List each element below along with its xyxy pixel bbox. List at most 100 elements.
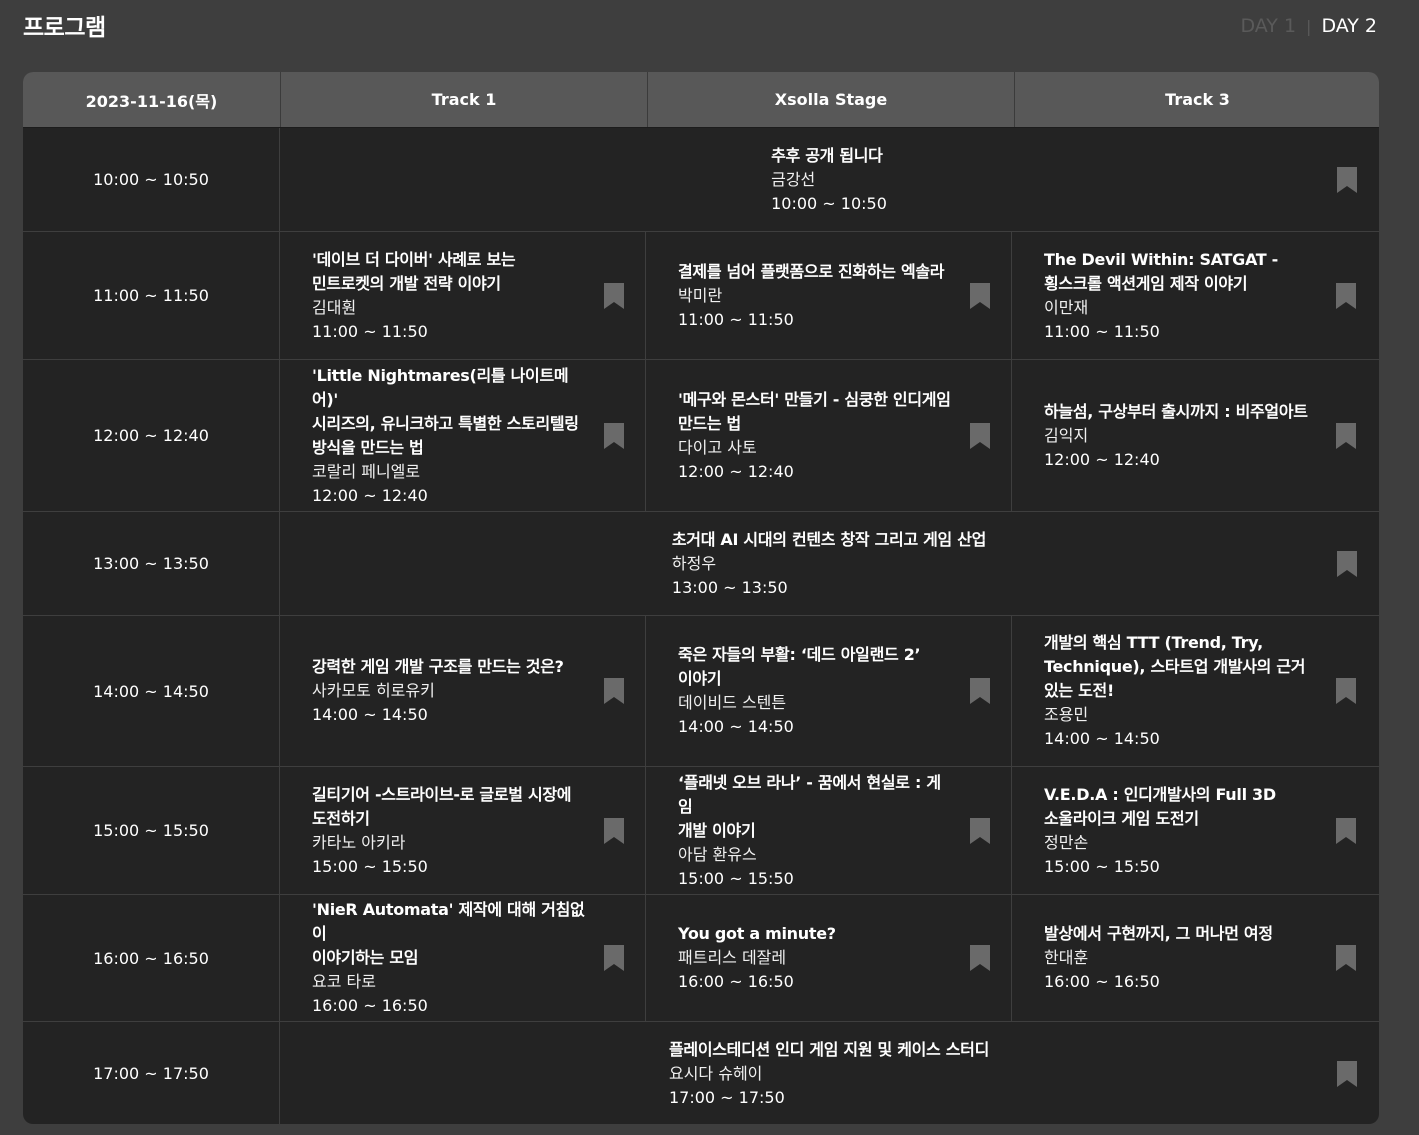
session-title: 발상에서 구현까지, 그 머나먼 여정 (1044, 924, 1273, 943)
schedule-table: 2023-11-16(목) Track 1 Xsolla Stage Track… (23, 72, 1379, 1124)
time-slot: 13:00 ~ 13:50 (23, 512, 280, 615)
header-track-1: Track 1 (281, 72, 648, 127)
session-time: 10:00 ~ 10:50 (771, 193, 887, 213)
session-title: '메구와 몬스터' 만들기 - 심쿵한 인디게임 만드는 법 (678, 389, 951, 433)
schedule-row: 11:00 ~ 11:50 '데이브 더 다이버' 사례로 보는 민트로켓의 개발… (23, 232, 1379, 360)
session-speaker: 코랄리 페니엘로 (312, 461, 421, 481)
session-title: ‘플래넷 오브 라나’ - 꿈에서 현실로 : 게임 개발 이야기 (678, 772, 941, 840)
session-xsolla-stage[interactable]: 죽은 자들의 부활: ‘데드 아일랜드 2’ 이야기 데이비드 스텐튼 14:00 … (646, 616, 1012, 766)
session-time: 12:00 ~ 12:40 (312, 485, 428, 505)
session-body: '메구와 몬스터' 만들기 - 심쿵한 인디게임 만드는 법다이고 사토 12:0… (678, 388, 951, 484)
bookmark-icon[interactable] (603, 817, 625, 845)
bookmark-icon[interactable] (1335, 282, 1357, 310)
session-body: 강력한 게임 개발 구조를 만드는 것은? 사카모토 히로유키 14:00 ~ 14… (312, 655, 564, 727)
bookmark-icon[interactable] (969, 422, 991, 450)
session-speaker: 하정우 (671, 553, 717, 573)
session-body: V.E.D.A : 인디개발사의 Full 3D 소울라이크 게임 도전기 정만손… (1044, 783, 1276, 879)
session-xsolla-stage[interactable]: 결제를 넘어 플랫폼으로 진화하는 엑솔라 박미란 11:00 ~ 11:50 (646, 232, 1012, 359)
session-all-tracks[interactable]: 플레이스테디션 인디 게임 지원 및 케이스 스터디 요시다 슈헤이 17:00 ~… (280, 1022, 1378, 1124)
session-body: 플레이스테디션 인디 게임 지원 및 케이스 스터디 요시다 슈헤이 17:00 ~… (669, 1038, 989, 1110)
bookmark-icon[interactable] (969, 944, 991, 972)
session-speaker: 아담 환유스 (678, 844, 757, 864)
session-track-1[interactable]: '데이브 더 다이버' 사례로 보는 민트로켓의 개발 전략 이야기김대훤 11:… (280, 232, 646, 359)
session-track-3[interactable]: 하늘섬, 구상부터 출시까지 : 비주얼아트 김익지 12:00 ~ 12:40 (1012, 360, 1377, 511)
session-speaker: 카타노 아키라 (312, 832, 406, 852)
schedule-header: 2023-11-16(목) Track 1 Xsolla Stage Track… (23, 72, 1379, 128)
session-speaker: 정만손 (1044, 832, 1089, 852)
bookmark-icon[interactable] (603, 422, 625, 450)
session-track-3[interactable]: V.E.D.A : 인디개발사의 Full 3D 소울라이크 게임 도전기 정만손… (1012, 767, 1377, 894)
session-track-1[interactable]: 'Little Nightmares(리틀 나이트메어)' 시리즈의, 유니크하… (280, 360, 646, 511)
session-title: 추후 공개 됩니다 (771, 145, 883, 165)
schedule-row: 17:00 ~ 17:50 플레이스테디션 인디 게임 지원 및 케이스 스터디 요… (23, 1022, 1379, 1124)
time-slot: 14:00 ~ 14:50 (23, 616, 280, 766)
time-slot: 11:00 ~ 11:50 (23, 232, 280, 359)
session-title: 'Little Nightmares(리틀 나이트메어)' 시리즈의, 유니크하… (312, 365, 579, 457)
session-time: 12:00 ~ 12:40 (1044, 449, 1160, 469)
day-separator: | (1306, 16, 1312, 36)
session-speaker: 다이고 사토 (678, 437, 757, 457)
bookmark-icon[interactable] (603, 282, 625, 310)
session-xsolla-stage[interactable]: ‘플래넷 오브 라나’ - 꿈에서 현실로 : 게임 개발 이야기 아담 환유스 1… (646, 767, 1012, 894)
session-track-1[interactable]: 'NieR Automata' 제작에 대해 거침없이 이야기하는 모임요코 타… (280, 895, 646, 1021)
bookmark-icon[interactable] (1335, 422, 1357, 450)
bookmark-icon[interactable] (1335, 944, 1357, 972)
bookmark-icon[interactable] (1336, 1060, 1358, 1088)
session-body: 추후 공개 됩니다 금강선 10:00 ~ 10:50 (771, 144, 887, 216)
session-title: 플레이스테디션 인디 게임 지원 및 케이스 스터디 (668, 1039, 990, 1059)
session-xsolla-stage[interactable]: You got a minute? 패트리스 데잘레 16:00 ~ 16:50 (646, 895, 1012, 1021)
session-time: 16:00 ~ 16:50 (678, 972, 794, 991)
tab-day-1[interactable]: DAY 1 (1240, 15, 1296, 37)
session-time: 16:00 ~ 16:50 (1044, 972, 1160, 991)
session-speaker: 요코 타로 (312, 972, 376, 991)
session-speaker: 조용민 (1044, 705, 1089, 724)
session-body: 죽은 자들의 부활: ‘데드 아일랜드 2’ 이야기 데이비드 스텐튼 14:00 … (678, 643, 921, 739)
session-track-1[interactable]: 강력한 게임 개발 구조를 만드는 것은? 사카모토 히로유키 14:00 ~ 14… (280, 616, 646, 766)
header-date: 2023-11-16(목) (23, 72, 281, 127)
session-title: 개발의 핵심 TTT (Trend, Try, Technique), 스타트업… (1044, 633, 1306, 700)
session-track-3[interactable]: The Devil Within: SATGAT - 횡스크롤 액션게임 제작 … (1012, 232, 1377, 359)
session-time: 14:00 ~ 14:50 (1044, 729, 1160, 748)
bookmark-icon[interactable] (1336, 166, 1358, 194)
session-title: 'NieR Automata' 제작에 대해 거침없이 이야기하는 모임 (312, 900, 585, 967)
session-time: 17:00 ~ 17:50 (668, 1087, 785, 1107)
bookmark-icon[interactable] (603, 944, 625, 972)
session-time: 12:00 ~ 12:40 (678, 461, 794, 481)
session-body: 길티기어 -스트라이브-로 글로벌 시장에 도전하기 카타노 아키라 15:00 ~… (312, 783, 572, 879)
bookmark-icon[interactable] (1336, 550, 1358, 578)
session-track-3[interactable]: 개발의 핵심 TTT (Trend, Try, Technique), 스타트업… (1012, 616, 1377, 766)
session-title: 죽은 자들의 부활: ‘데드 아일랜드 2’ 이야기 (678, 645, 921, 688)
bookmark-icon[interactable] (969, 677, 991, 705)
bookmark-icon[interactable] (603, 677, 625, 705)
session-track-1[interactable]: 길티기어 -스트라이브-로 글로벌 시장에 도전하기 카타노 아키라 15:00 ~… (280, 767, 646, 894)
time-slot: 10:00 ~ 10:50 (23, 128, 280, 231)
session-xsolla-stage[interactable]: '메구와 몬스터' 만들기 - 심쿵한 인디게임 만드는 법다이고 사토 12:0… (646, 360, 1012, 511)
session-body: 개발의 핵심 TTT (Trend, Try, Technique), 스타트업… (1044, 631, 1306, 751)
session-speaker: 김대훤 (312, 297, 357, 317)
schedule-row: 16:00 ~ 16:50 'NieR Automata' 제작에 대해 거침없이… (23, 895, 1379, 1022)
bookmark-icon[interactable] (1335, 677, 1357, 705)
time-slot: 12:00 ~ 12:40 (23, 360, 280, 511)
page-title: 프로그램 (23, 15, 106, 41)
session-body: You got a minute? 패트리스 데잘레 16:00 ~ 16:50 (678, 922, 836, 994)
header-xsolla-stage: Xsolla Stage (648, 72, 1015, 127)
session-title: 결제를 넘어 플랫폼으로 진화하는 엑솔라 (678, 261, 945, 281)
session-body: 결제를 넘어 플랫폼으로 진화하는 엑솔라 박미란 11:00 ~ 11:50 (678, 260, 945, 332)
bookmark-icon[interactable] (969, 282, 991, 310)
session-body: 'NieR Automata' 제작에 대해 거침없이 이야기하는 모임요코 타… (312, 898, 585, 1018)
session-speaker: 사카모토 히로유키 (312, 681, 435, 700)
session-track-3[interactable]: 발상에서 구현까지, 그 머나먼 여정 한대훈 16:00 ~ 16:50 (1012, 895, 1377, 1021)
session-title: 하늘섬, 구상부터 출시까지 : 비주얼아트 (1044, 401, 1308, 421)
bookmark-icon[interactable] (1335, 817, 1357, 845)
session-all-tracks[interactable]: 추후 공개 됩니다 금강선 10:00 ~ 10:50 (280, 128, 1378, 231)
bookmark-icon[interactable] (969, 817, 991, 845)
session-title: '데이브 더 다이버' 사례로 보는 민트로켓의 개발 전략 이야기 (312, 249, 516, 293)
day-switch: DAY 1 | DAY 2 (1240, 15, 1377, 37)
session-title: You got a minute? (678, 924, 836, 943)
session-time: 11:00 ~ 11:50 (312, 321, 428, 341)
session-all-tracks[interactable]: 초거대 AI 시대의 컨텐츠 창작 그리고 게임 산업 하정우 13:00 ~ 13… (280, 512, 1378, 615)
session-body: The Devil Within: SATGAT - 횡스크롤 액션게임 제작 … (1044, 248, 1278, 344)
tab-day-2[interactable]: DAY 2 (1321, 15, 1377, 37)
header-track-3: Track 3 (1165, 90, 1230, 109)
schedule-row: 14:00 ~ 14:50 강력한 게임 개발 구조를 만드는 것은? 사카모토 히… (23, 616, 1379, 767)
